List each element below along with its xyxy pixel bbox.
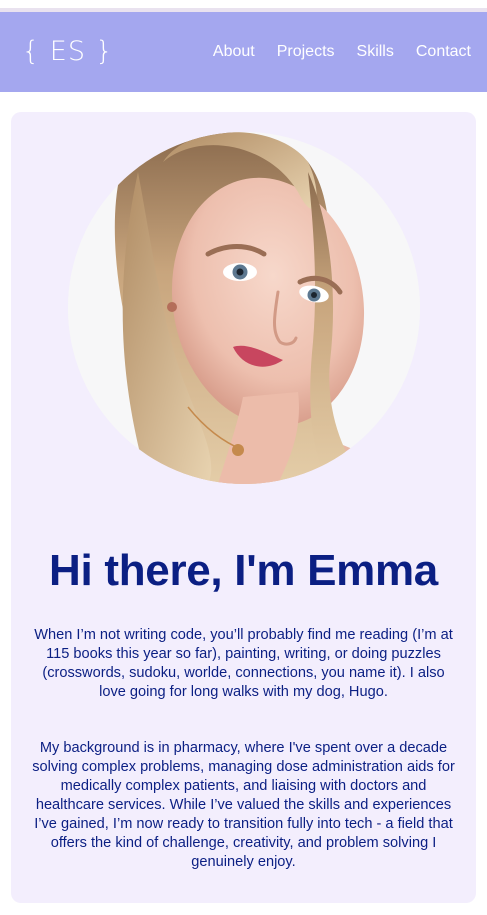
nav-link-about[interactable]: About [202,43,266,61]
nav-link-contact[interactable]: Contact [405,43,471,61]
profile-photo-illustration [68,132,420,484]
hero-heading: Hi there, I'm Emma [49,546,438,595]
nav-link-skills[interactable]: Skills [346,43,405,61]
nav-link-projects[interactable]: Projects [266,43,346,61]
intro-paragraph: When I’m not writing code, you’ll probab… [34,627,453,700]
top-strip [0,0,487,12]
nav-links: About Projects Skills Contact [202,43,471,61]
navbar: { ES } About Projects Skills Contact [0,12,487,92]
background-paragraph: My background is in pharmacy, where I've… [32,740,455,870]
profile-photo [68,132,420,484]
site-logo[interactable]: { ES } [22,36,114,67]
